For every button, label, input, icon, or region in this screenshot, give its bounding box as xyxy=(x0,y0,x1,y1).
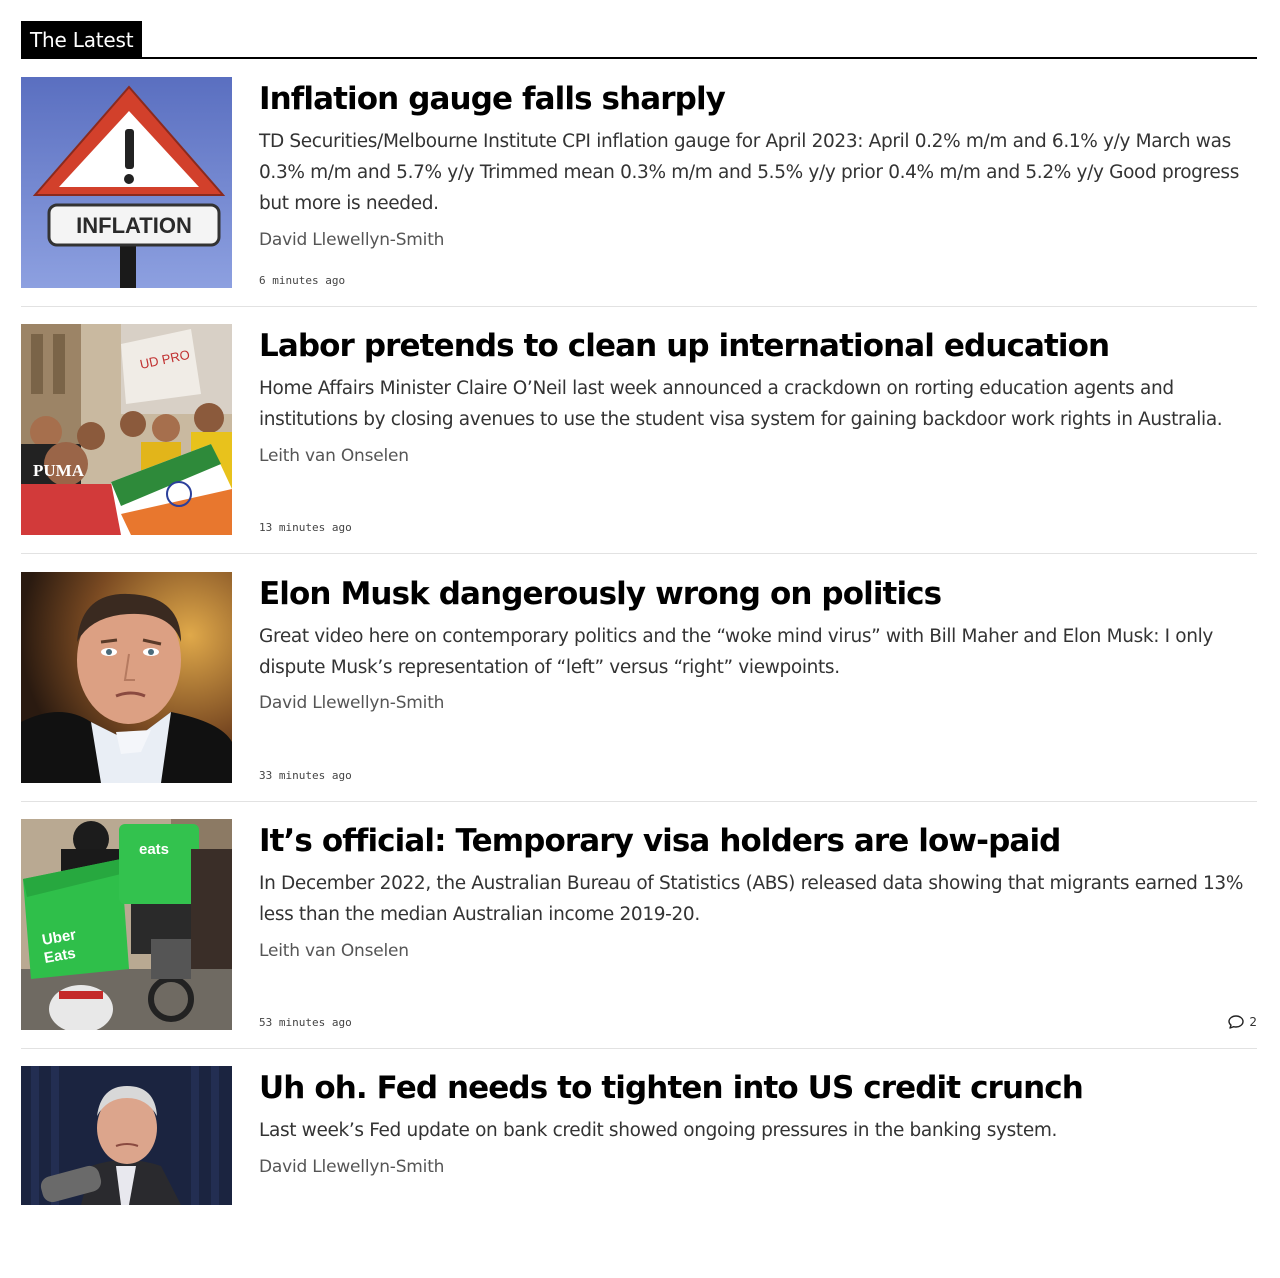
article-timestamp: 53 minutes ago xyxy=(259,1016,352,1029)
article-thumbnail[interactable]: UD PRO PUMA xyxy=(21,324,232,535)
protest-flag-image: UD PRO PUMA xyxy=(21,324,232,535)
article-title[interactable]: Uh oh. Fed needs to tighten into US cred… xyxy=(259,1068,1084,1108)
article-title[interactable]: It’s official: Temporary visa holders ar… xyxy=(259,821,1061,861)
article-thumbnail[interactable]: INFLATION xyxy=(21,77,232,288)
article-card: Elon Musk dangerously wrong on politics … xyxy=(21,572,1257,802)
delivery-riders-image: Uber Eats eats xyxy=(21,819,232,1030)
fed-chair-image xyxy=(21,1066,232,1205)
article-card: Uh oh. Fed needs to tighten into US cred… xyxy=(21,1066,1257,1278)
article-timestamp: 6 minutes ago xyxy=(259,274,346,287)
article-author[interactable]: David Llewellyn-Smith xyxy=(259,1157,444,1177)
article-excerpt: Last week’s Fed update on bank credit sh… xyxy=(259,1120,1058,1141)
article-thumbnail[interactable] xyxy=(21,1066,232,1205)
article-excerpt: Great video here on contemporary politic… xyxy=(259,626,1214,678)
inflation-sign-image: INFLATION xyxy=(21,77,232,288)
section-title: The Latest xyxy=(21,21,143,57)
article-title[interactable]: Elon Musk dangerously wrong on politics xyxy=(259,574,942,614)
article-author[interactable]: David Llewellyn-Smith xyxy=(259,693,444,713)
article-author[interactable]: David Llewellyn-Smith xyxy=(259,230,444,250)
article-author[interactable]: Leith van Onselen xyxy=(259,446,409,466)
svg-text:INFLATION: INFLATION xyxy=(76,213,192,238)
svg-text:PUMA: PUMA xyxy=(33,461,85,480)
article-excerpt: Home Affairs Minister Claire O’Neil last… xyxy=(259,378,1223,430)
article-thumbnail[interactable] xyxy=(21,572,232,783)
portrait-image xyxy=(21,572,232,783)
article-card: UD PRO PUMA Labor pretends to clean up i… xyxy=(21,324,1257,554)
section-header: The Latest xyxy=(21,21,1257,59)
article-card: INFLATION Inflation gauge falls sharply … xyxy=(21,77,1257,307)
comment-count-value: 2 xyxy=(1249,1015,1257,1029)
article-thumbnail[interactable]: Uber Eats eats xyxy=(21,819,232,1030)
article-excerpt: In December 2022, the Australian Bureau … xyxy=(259,873,1244,925)
article-title[interactable]: Labor pretends to clean up international… xyxy=(259,326,1110,366)
svg-text:eats: eats xyxy=(139,841,169,858)
comment-bubble-icon xyxy=(1228,1015,1245,1029)
article-author[interactable]: Leith van Onselen xyxy=(259,941,409,961)
article-title[interactable]: Inflation gauge falls sharply xyxy=(259,79,726,119)
article-card: Uber Eats eats It’s official: Temporary … xyxy=(21,819,1257,1049)
article-timestamp: 13 minutes ago xyxy=(259,521,352,534)
article-excerpt: TD Securities/Melbourne Institute CPI in… xyxy=(259,131,1240,214)
article-timestamp: 33 minutes ago xyxy=(259,769,352,782)
comment-count[interactable]: 2 xyxy=(1228,1014,1257,1030)
